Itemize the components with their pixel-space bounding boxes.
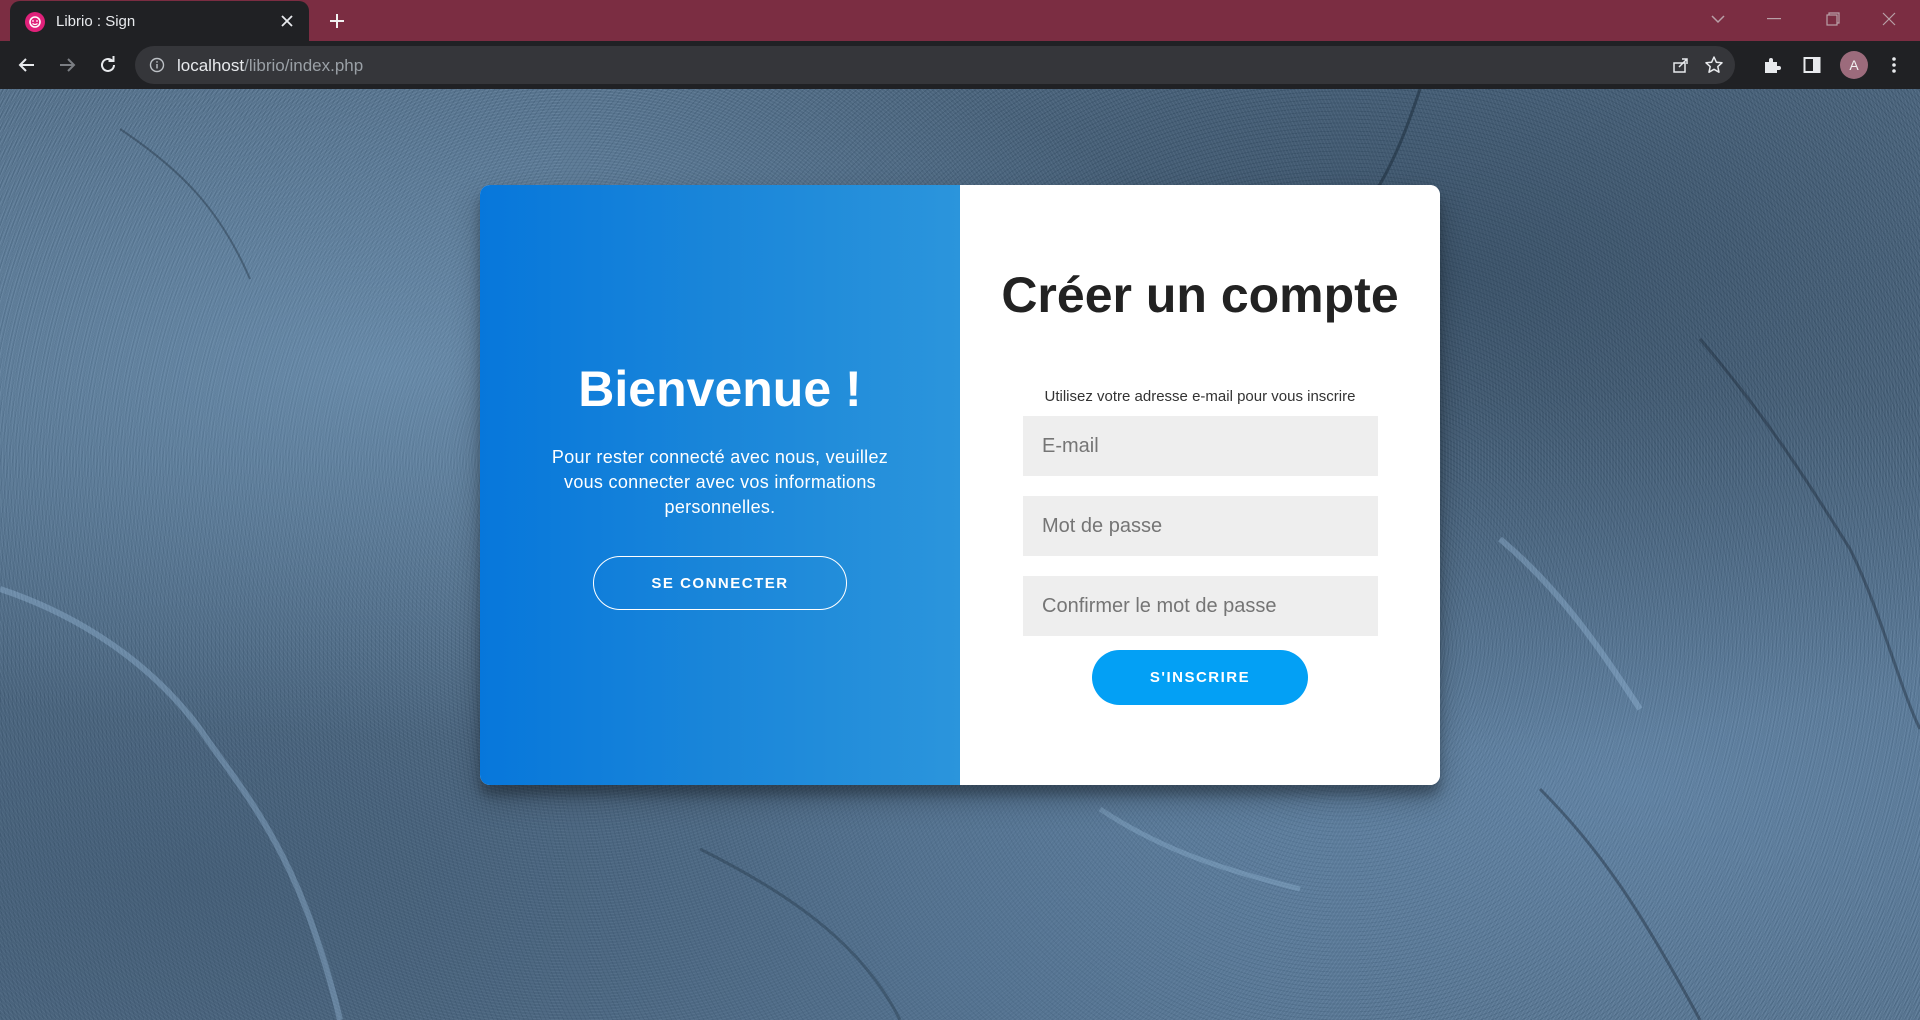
sign-in-button[interactable]: SE CONNECTER (593, 556, 847, 610)
restore-button[interactable] (1818, 6, 1848, 32)
browser-tab[interactable]: Librio : Sign (10, 1, 309, 42)
plus-icon (330, 14, 344, 28)
share-icon[interactable] (1670, 54, 1692, 76)
star-icon[interactable] (1703, 54, 1725, 76)
email-field[interactable] (1023, 416, 1378, 476)
forward-button[interactable] (53, 51, 81, 79)
url-path: /librio/index.php (244, 56, 364, 75)
minimize-icon (1767, 18, 1781, 20)
auth-card: Bienvenue ! Pour rester connecté avec no… (480, 185, 1440, 785)
librio-favicon-icon (25, 12, 45, 32)
signup-subtitle: Utilisez votre adresse e-mail pour vous … (1044, 388, 1356, 405)
restore-icon (1826, 12, 1840, 26)
tab-title: Librio : Sign (56, 13, 136, 30)
arrow-right-icon (60, 58, 76, 72)
browser-toolbar: localhost/librio/index.php A (0, 41, 1920, 89)
browser-tabbar: Librio : Sign (0, 0, 1920, 42)
minimize-button[interactable] (1759, 6, 1789, 32)
sign-up-button[interactable]: S'INSCRIRE (1092, 650, 1308, 705)
close-window-button[interactable] (1874, 6, 1904, 32)
welcome-text: Pour rester connecté avec nous, veuillez… (551, 447, 889, 517)
info-icon[interactable] (148, 56, 166, 74)
signup-panel: Créer un compte Utilisez votre adresse e… (960, 185, 1440, 785)
side-panel-icon[interactable] (1798, 51, 1826, 79)
new-tab-button[interactable] (323, 9, 351, 33)
welcome-title: Bienvenue ! (578, 361, 862, 417)
puzzle-icon[interactable] (1758, 51, 1786, 79)
welcome-panel: Bienvenue ! Pour rester connecté avec no… (480, 185, 960, 785)
password-field[interactable] (1023, 496, 1378, 556)
close-icon[interactable] (277, 11, 297, 31)
tab-search-button[interactable] (1703, 6, 1733, 32)
confirm-password-field[interactable] (1023, 576, 1378, 636)
close-window-icon (1882, 12, 1896, 26)
signup-title: Créer un compte (1001, 267, 1399, 323)
reload-icon (101, 56, 115, 72)
address-url: localhost/librio/index.php (177, 56, 363, 76)
url-host: localhost (177, 56, 245, 75)
address-bar[interactable]: localhost/librio/index.php (135, 46, 1735, 84)
reload-button[interactable] (94, 51, 122, 79)
back-button[interactable] (13, 51, 41, 79)
kebab-menu-icon[interactable] (1880, 51, 1908, 79)
arrow-left-icon (18, 58, 34, 72)
page-viewport: Bienvenue ! Pour rester connecté avec no… (0, 89, 1920, 1020)
avatar[interactable]: A (1840, 51, 1868, 79)
chevron-down-icon (1711, 15, 1725, 24)
